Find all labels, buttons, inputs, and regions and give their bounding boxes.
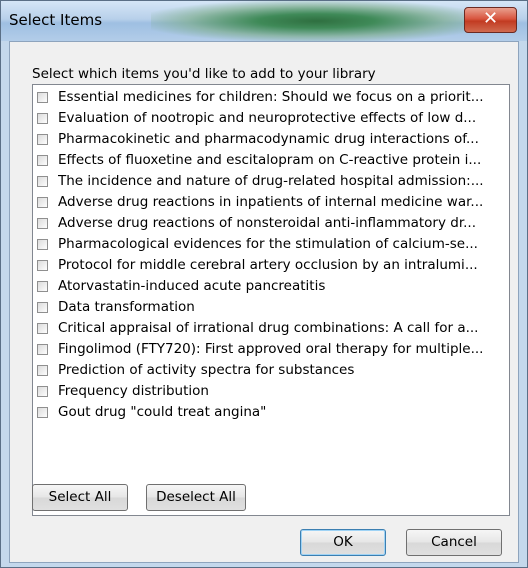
list-item[interactable]: Adverse drug reactions of nonsteroidal a…	[37, 213, 507, 233]
item-checkbox[interactable]	[37, 196, 48, 208]
select-items-dialog: Select Items ✕ Select which items you'd …	[0, 0, 528, 568]
item-label: Frequency distribution	[58, 383, 209, 399]
dialog-body: Select which items you'd like to add to …	[9, 41, 519, 563]
item-label: Effects of fluoxetine and escitalopram o…	[58, 152, 482, 168]
instruction-text: Select which items you'd like to add to …	[32, 66, 376, 82]
item-label: Essential medicines for children: Should…	[58, 89, 484, 105]
item-label: Protocol for middle cerebral artery occl…	[58, 257, 478, 273]
list-item[interactable]: Prediction of activity spectra for subst…	[37, 360, 507, 380]
title-bar[interactable]: Select Items ✕	[1, 1, 527, 41]
list-item[interactable]: The incidence and nature of drug-related…	[37, 171, 507, 191]
list-item[interactable]: Adverse drug reactions in inpatients of …	[37, 192, 507, 212]
item-checkbox[interactable]	[37, 154, 48, 166]
item-checkbox[interactable]	[37, 364, 48, 376]
item-checkbox[interactable]	[37, 343, 48, 355]
item-label: Adverse drug reactions of nonsteroidal a…	[58, 215, 477, 231]
item-checkbox[interactable]	[37, 385, 48, 397]
list-item[interactable]: Effects of fluoxetine and escitalopram o…	[37, 150, 507, 170]
item-checkbox[interactable]	[37, 322, 48, 334]
item-label: Fingolimod (FTY720): First approved oral…	[58, 341, 484, 357]
deselect-all-button[interactable]: Deselect All	[146, 484, 246, 511]
item-label: The incidence and nature of drug-related…	[58, 173, 484, 189]
close-button[interactable]: ✕	[464, 7, 517, 33]
list-item[interactable]: Essential medicines for children: Should…	[37, 87, 507, 107]
window-title: Select Items	[9, 11, 103, 29]
item-checkbox[interactable]	[37, 91, 48, 103]
list-item[interactable]: Pharmacological evidences for the stimul…	[37, 234, 507, 254]
cancel-button[interactable]: Cancel	[406, 529, 502, 556]
list-item[interactable]: Pharmacokinetic and pharmacodynamic drug…	[37, 129, 507, 149]
list-item[interactable]: Atorvastatin-induced acute pancreatitis	[37, 276, 507, 296]
item-label: Atorvastatin-induced acute pancreatitis	[58, 278, 326, 294]
item-checkbox[interactable]	[37, 238, 48, 250]
item-checkbox[interactable]	[37, 259, 48, 271]
list-item[interactable]: Gout drug "could treat angina"	[37, 402, 507, 422]
close-icon: ✕	[482, 8, 499, 29]
item-checkbox[interactable]	[37, 133, 48, 145]
list-item[interactable]: Evaluation of nootropic and neuroprotect…	[37, 108, 507, 128]
list-item[interactable]: Critical appraisal of irrational drug co…	[37, 318, 507, 338]
item-label: Prediction of activity spectra for subst…	[58, 362, 355, 378]
item-label: Data transformation	[58, 299, 195, 315]
list-item[interactable]: Frequency distribution	[37, 381, 507, 401]
item-checkbox[interactable]	[37, 175, 48, 187]
item-label: Adverse drug reactions in inpatients of …	[58, 194, 484, 210]
item-checkbox[interactable]	[37, 301, 48, 313]
item-checkbox[interactable]	[37, 112, 48, 124]
item-label: Evaluation of nootropic and neuroprotect…	[58, 110, 477, 126]
item-checkbox[interactable]	[37, 217, 48, 229]
item-label: Critical appraisal of irrational drug co…	[58, 320, 479, 336]
item-label: Gout drug "could treat angina"	[58, 404, 267, 420]
item-label: Pharmacokinetic and pharmacodynamic drug…	[58, 131, 479, 147]
item-label: Pharmacological evidences for the stimul…	[58, 236, 478, 252]
list-item[interactable]: Fingolimod (FTY720): First approved oral…	[37, 339, 507, 359]
ok-button[interactable]: OK	[300, 529, 386, 556]
item-checkbox[interactable]	[37, 280, 48, 292]
select-all-button[interactable]: Select All	[32, 484, 128, 511]
item-checkbox[interactable]	[37, 406, 48, 418]
title-bar-glow	[151, 1, 481, 41]
list-item[interactable]: Protocol for middle cerebral artery occl…	[37, 255, 507, 275]
items-listbox[interactable]: Essential medicines for children: Should…	[32, 84, 510, 516]
list-item[interactable]: Data transformation	[37, 297, 507, 317]
